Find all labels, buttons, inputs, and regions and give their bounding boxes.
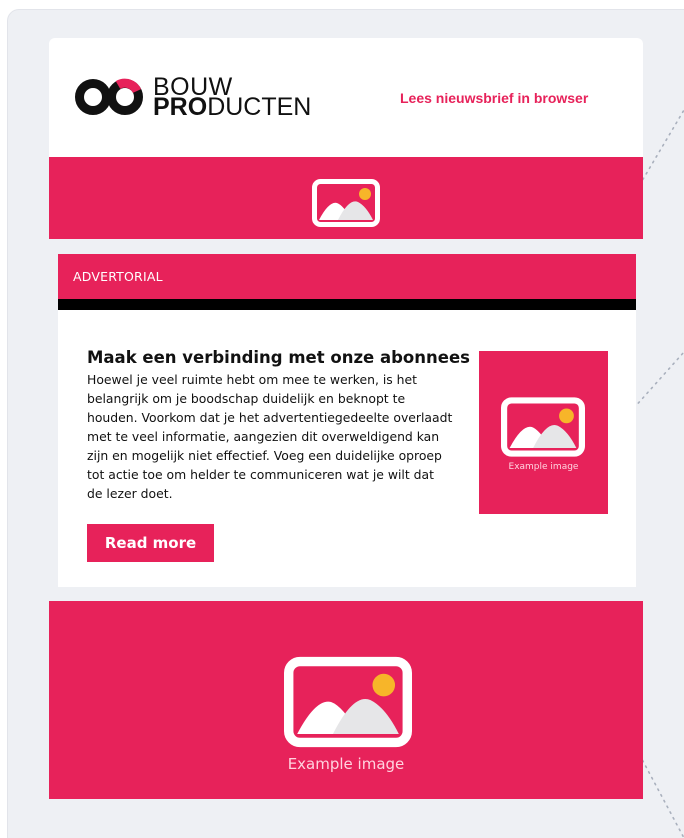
view-in-browser-link[interactable]: Lees nieuwsbrief in browser	[400, 90, 588, 106]
divider-bar	[58, 299, 636, 310]
advertorial-title: Maak een verbinding met onze abonnees	[87, 348, 470, 367]
image-caption: Example image	[287, 755, 405, 773]
image-icon	[501, 397, 585, 457]
image-icon	[284, 656, 412, 748]
image-icon	[312, 179, 380, 227]
newsletter-header: BOUW PRODUCTEN Lees nieuwsbrief in brows…	[49, 38, 643, 157]
advertorial-label: ADVERTORIAL	[73, 269, 163, 284]
read-more-button[interactable]: Read more	[87, 524, 214, 562]
advertorial-image: Example image	[479, 351, 608, 514]
image-caption: Example image	[508, 462, 579, 472]
advertorial-content: Maak een verbinding met onze abonnees Ho…	[58, 310, 636, 587]
logo-mark-icon	[75, 78, 143, 115]
advertorial-body: Hoewel je veel ruimte hebt om mee te wer…	[87, 372, 453, 501]
logo-text-bottom: PRODUCTEN	[153, 93, 312, 121]
advertorial-label-bar: ADVERTORIAL	[58, 254, 636, 299]
logo-text-bold: PRO	[153, 93, 208, 121]
top-banner-image	[49, 157, 643, 239]
logo-text-rest: DUCTEN	[207, 93, 312, 121]
bouwproducten-logo[interactable]: BOUW PRODUCTEN	[74, 71, 344, 121]
large-banner-image: Example image	[49, 601, 643, 799]
